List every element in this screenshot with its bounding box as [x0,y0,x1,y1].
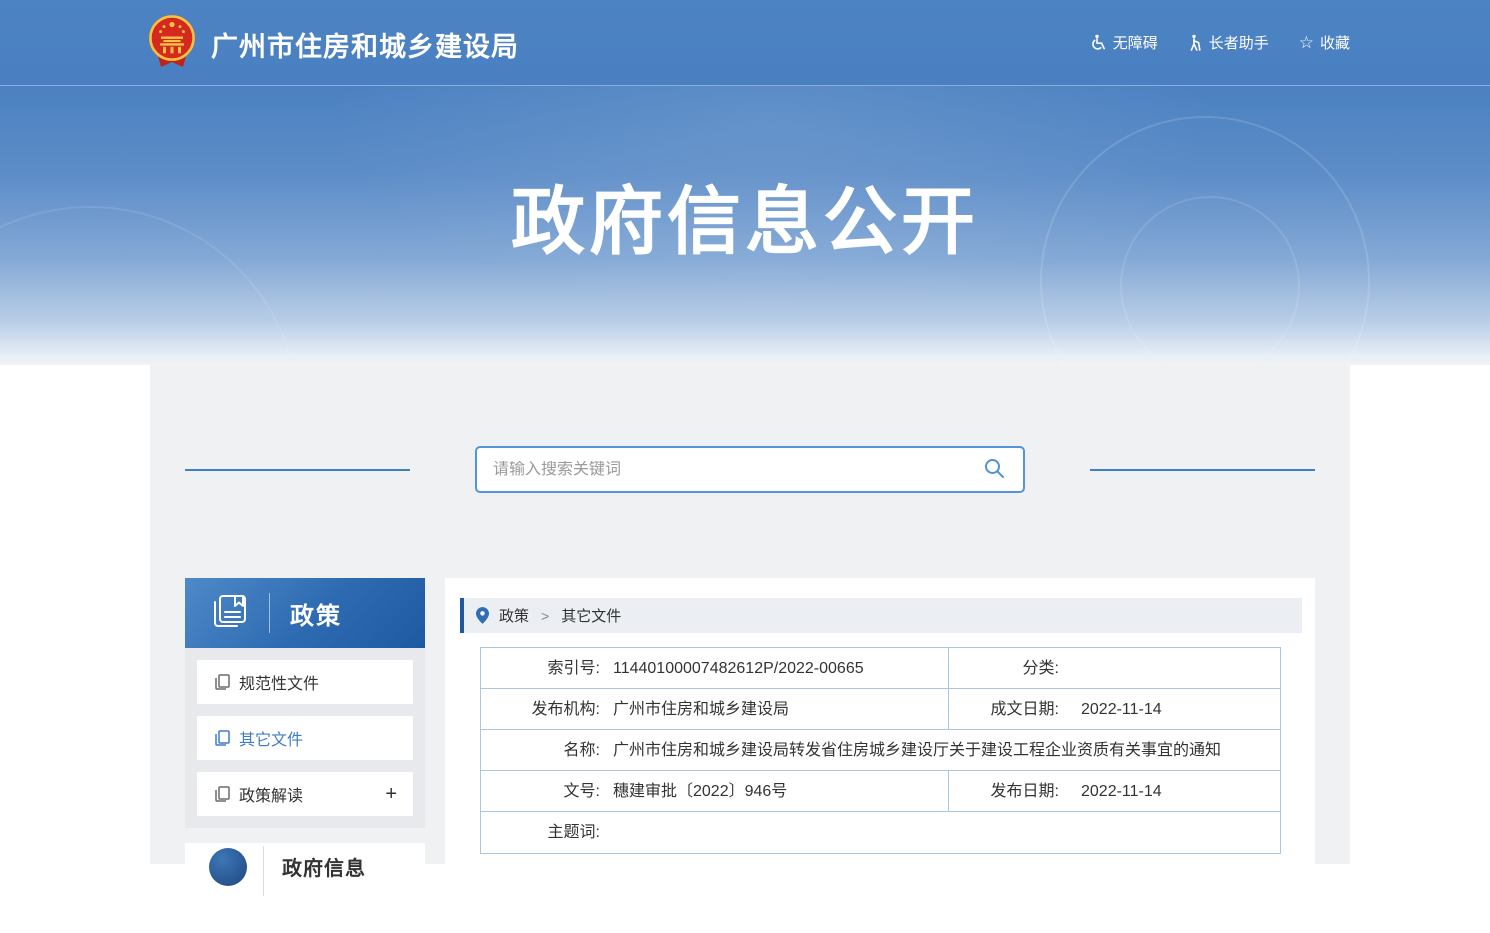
site-brand[interactable]: 广州市住房和城乡建设局 [146,13,519,76]
field-issuing-agency: 发布机构: 广州市住房和城乡建设局 [481,689,948,729]
field-value: 广州市住房和城乡建设局 [613,689,789,729]
book-icon [207,589,251,638]
table-row: 发布机构: 广州市住房和城乡建设局 成文日期: 2022-11-14 [481,689,1280,730]
field-label: 文号: [481,771,600,811]
sidebar-policy-title: 政策 [290,596,342,631]
favorite-label: 收藏 [1320,32,1350,53]
main-panel: 政策 > 其它文件 索引号: 11440100007482612P/2022-0… [445,578,1315,864]
national-emblem-icon [146,13,198,76]
table-row: 索引号: 11440100007482612P/2022-00665 分类: [481,648,1280,689]
sidebar-gov-info-title: 政府信息 [282,852,366,881]
expand-plus-icon[interactable]: + [385,784,397,804]
favorite-link[interactable]: ☆ 收藏 [1299,32,1350,53]
sidebar-item-policy-interpretation[interactable]: 政策解读 + [197,772,413,816]
table-row: 文号: 穗建审批〔2022〕946号 发布日期: 2022-11-14 [481,771,1280,812]
sidebar-item-normative-documents[interactable]: 规范性文件 [197,660,413,704]
breadcrumb-item-other-documents[interactable]: 其它文件 [561,605,621,626]
star-icon: ☆ [1299,34,1314,51]
document-icon [215,674,230,690]
search-icon [983,457,1005,482]
search-button[interactable] [981,455,1007,484]
sidebar-item-label: 规范性文件 [239,670,319,694]
field-value: 11440100007482612P/2022-00665 [613,648,864,688]
field-label: 成文日期: [949,689,1059,729]
field-index-number: 索引号: 11440100007482612P/2022-00665 [481,648,948,688]
decorative-line-left [185,469,410,471]
accessibility-label: 无障碍 [1113,32,1158,53]
chevron-right-icon: > [539,608,551,624]
sidebar-section-gov-info[interactable]: 政府信息 [185,843,425,933]
field-label: 发布日期: [949,771,1059,811]
field-label: 名称: [481,730,600,770]
search-input[interactable] [493,461,981,479]
field-publish-date: 发布日期: 2022-11-14 [948,771,1280,811]
location-pin-icon [476,607,489,624]
field-issue-date: 成文日期: 2022-11-14 [948,689,1280,729]
sidebar: 政策 规范性文件 其它文件 [185,578,425,933]
table-row: 主题词: [481,812,1280,853]
sidebar-section-policy[interactable]: 政策 [185,578,425,648]
globe-circle-icon [209,848,247,886]
field-value: 2022-11-14 [1081,771,1162,811]
decorative-line-right [1090,469,1315,471]
elder-assist-link[interactable]: 长者助手 [1188,32,1269,53]
vertical-divider [263,846,264,896]
wheelchair-icon [1090,34,1107,51]
breadcrumb-item-policy[interactable]: 政策 [499,605,529,626]
accessibility-link[interactable]: 无障碍 [1090,32,1158,53]
sidebar-item-other-documents[interactable]: 其它文件 [197,716,413,760]
field-document-number: 文号: 穗建审批〔2022〕946号 [481,771,948,811]
page-title: 政府信息公开 [0,162,1490,269]
sidebar-menu: 规范性文件 其它文件 政策解读 [185,648,425,828]
search-box [475,446,1025,493]
field-value: 2022-11-14 [1081,689,1162,729]
document-icon [215,730,230,746]
breadcrumb: 政策 > 其它文件 [460,598,1302,633]
field-value: 广州市住房和城乡建设局转发省住房城乡建设厅关于建设工程企业资质有关事宜的通知 [613,730,1221,770]
table-row: 名称: 广州市住房和城乡建设局转发省住房城乡建设厅关于建设工程企业资质有关事宜的… [481,730,1280,771]
top-bar: 广州市住房和城乡建设局 无障碍 长者助手 [0,0,1490,86]
field-value: 穗建审批〔2022〕946号 [613,771,787,811]
document-detail-table: 索引号: 11440100007482612P/2022-00665 分类: 发… [480,647,1281,854]
document-icon [215,786,230,802]
field-subject-words: 主题词: [481,812,1280,853]
quick-links: 无障碍 长者助手 ☆ 收藏 [1090,32,1350,53]
elder-person-icon [1188,34,1203,51]
site-title: 广州市住房和城乡建设局 [211,25,519,64]
content-container: 政策 规范性文件 其它文件 [150,365,1350,864]
field-label: 分类: [949,648,1059,688]
field-label: 发布机构: [481,689,600,729]
sidebar-item-label: 其它文件 [239,726,303,750]
field-category: 分类: [948,648,1280,688]
vertical-divider [269,593,270,633]
elder-assist-label: 长者助手 [1209,32,1269,53]
field-document-name: 名称: 广州市住房和城乡建设局转发省住房城乡建设厅关于建设工程企业资质有关事宜的… [481,730,1280,770]
field-label: 索引号: [481,648,600,688]
banner: 政府信息公开 [0,86,1490,365]
field-label: 主题词: [481,812,600,853]
sidebar-item-label: 政策解读 [239,782,303,806]
